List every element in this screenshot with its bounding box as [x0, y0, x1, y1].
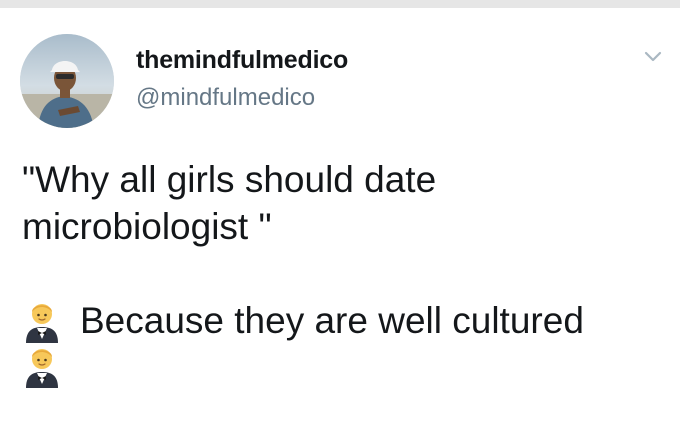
emoji-line-text: Because they are well cultured	[80, 300, 584, 341]
tweet-card: themindfulmedico @mindfulmedico "Why all…	[0, 8, 680, 431]
man-in-tuxedo-emoji	[22, 344, 62, 388]
top-divider	[0, 0, 680, 8]
tweet-text: "Why all girls should date microbiologis…	[22, 156, 662, 388]
user-handle[interactable]: @mindfulmedico	[136, 84, 315, 112]
emoji-line: Because they are well cultured	[22, 297, 662, 344]
chevron-down-icon[interactable]	[642, 46, 664, 68]
tweet-text-line: "Why all girls should date	[22, 159, 437, 200]
display-name[interactable]: themindfulmedico	[136, 46, 348, 75]
avatar[interactable]	[20, 34, 114, 128]
avatar-photo	[20, 34, 114, 128]
man-in-tuxedo-emoji	[22, 299, 62, 343]
tweet-text-line: microbiologist "	[22, 206, 272, 247]
emoji-line	[22, 344, 662, 388]
